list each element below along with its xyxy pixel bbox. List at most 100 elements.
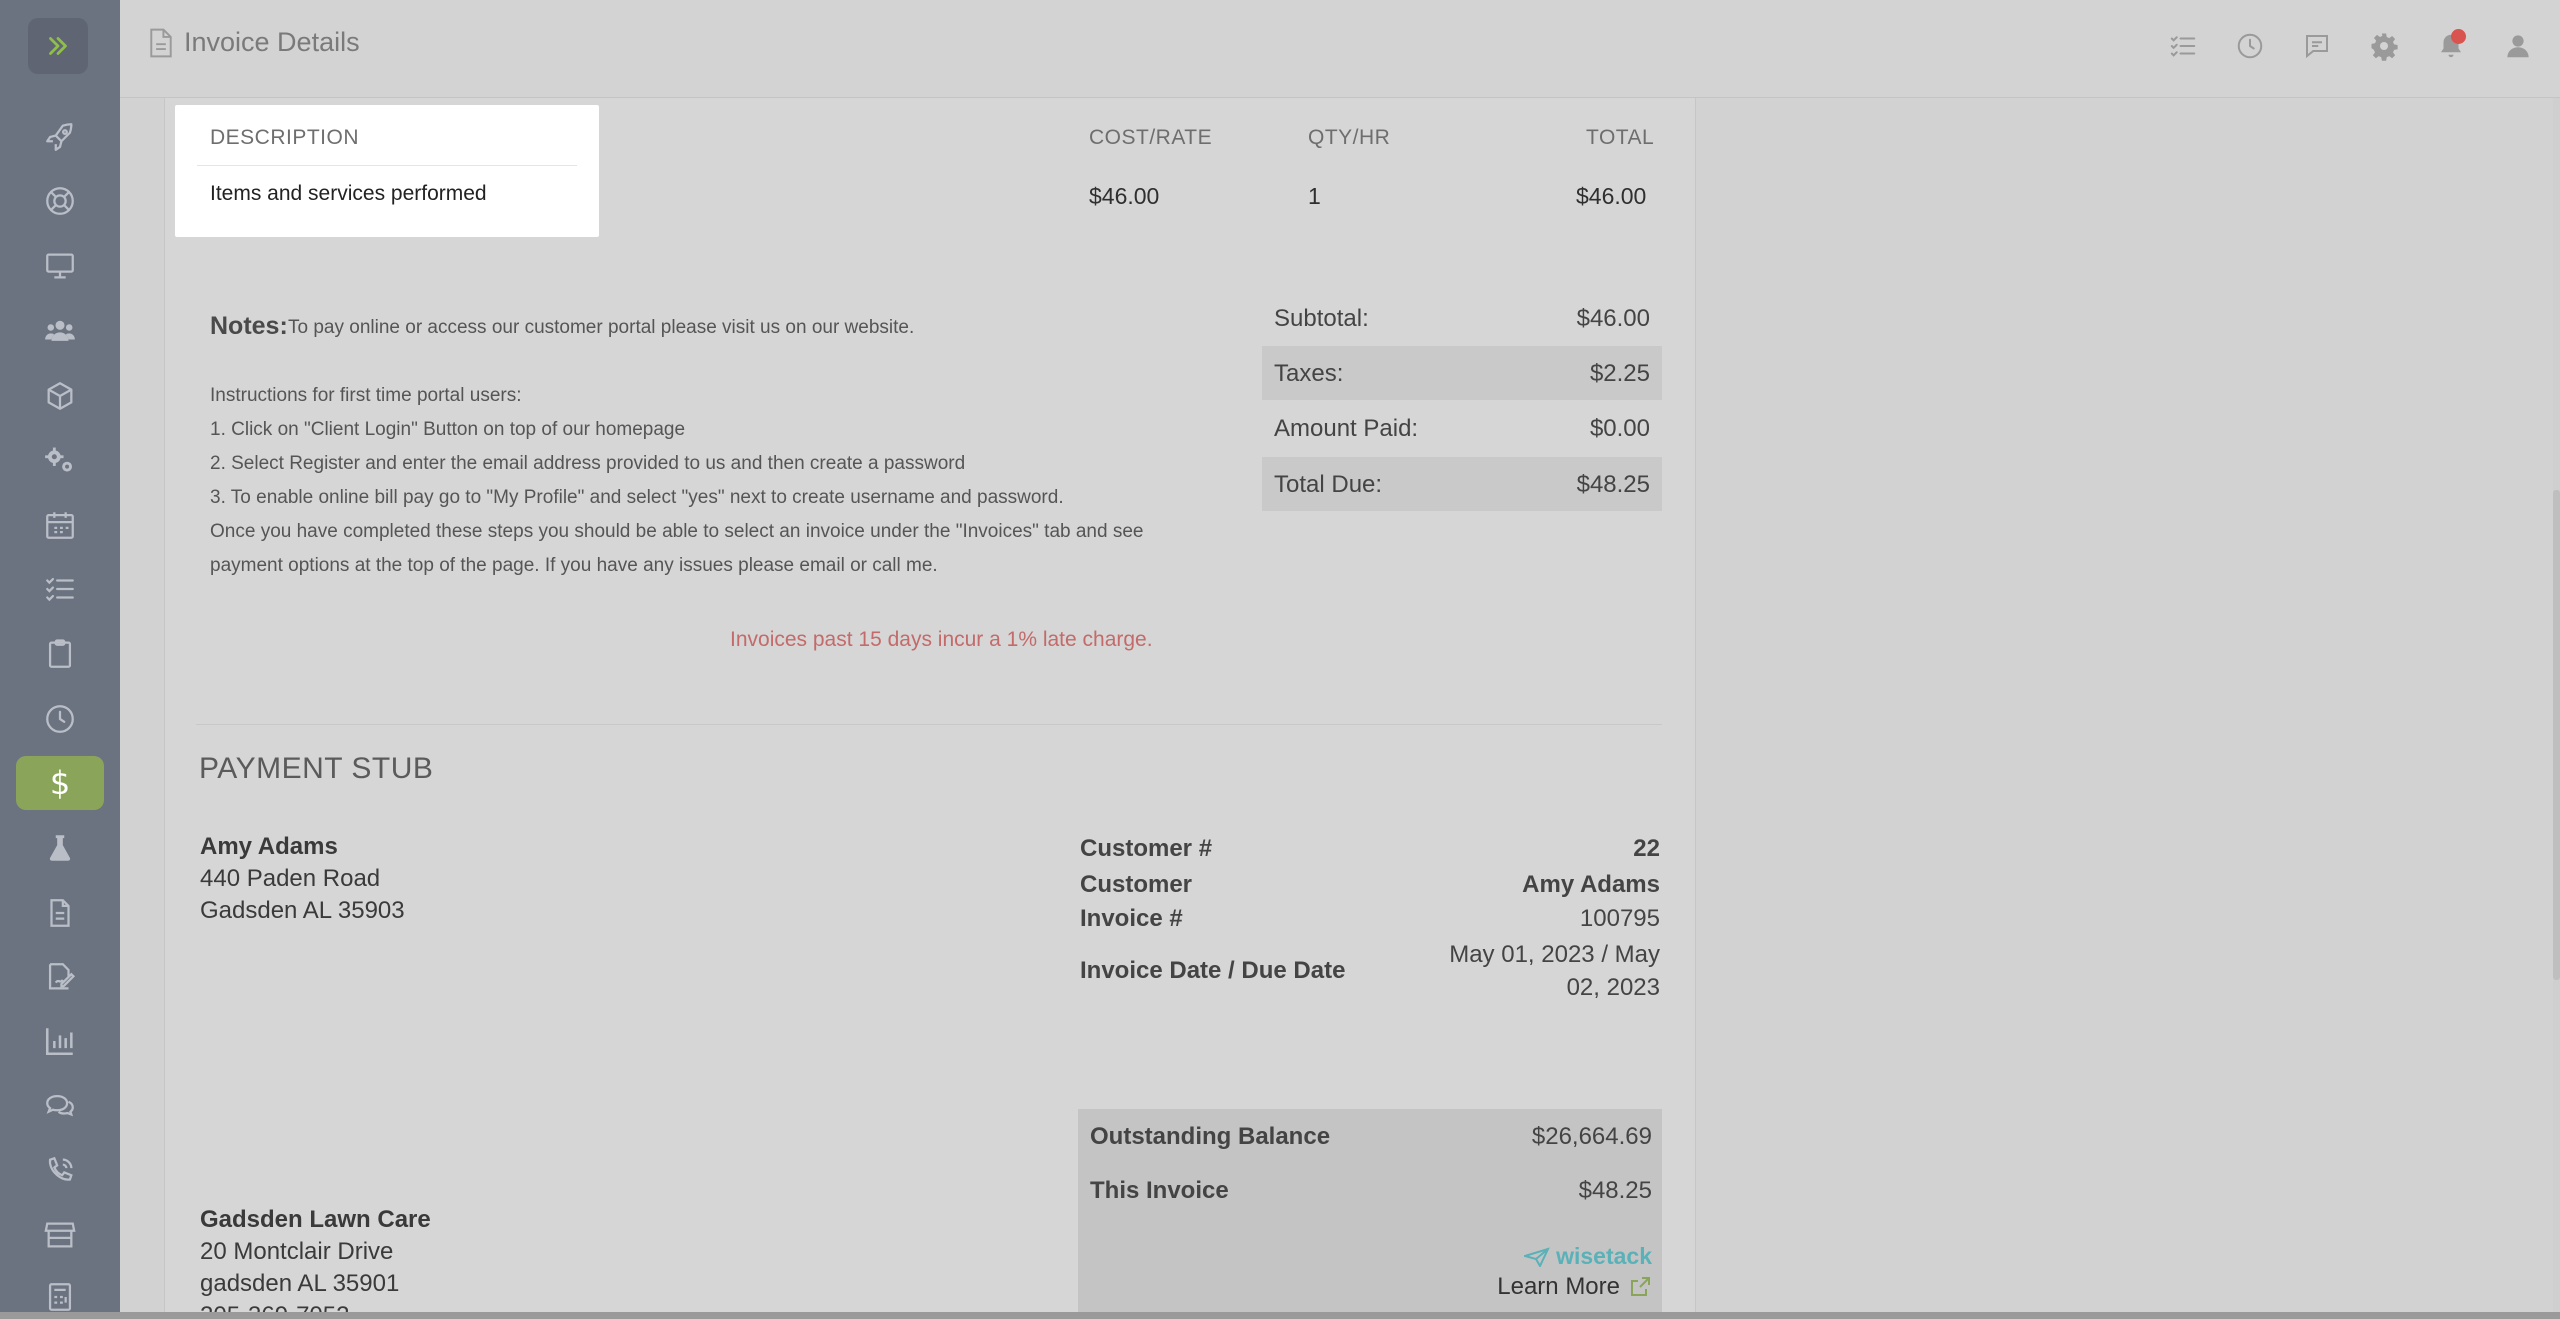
tasks-button[interactable] <box>2165 28 2201 64</box>
dollar-icon: $ <box>49 764 71 802</box>
company-street: 20 Montclair Drive <box>200 1238 394 1265</box>
calculator-icon <box>48 1283 72 1311</box>
cube-icon <box>47 382 73 410</box>
chat-bubbles-icon <box>46 1094 74 1117</box>
taxes-row: Taxes: $2.25 <box>1262 346 1662 400</box>
invoice-dates-value: May 01, 2023 / May 02, 2023 <box>1449 941 1660 1002</box>
gears-icon <box>45 447 73 472</box>
bar-chart-icon <box>45 1028 73 1056</box>
scrollbar-thumb[interactable] <box>2553 490 2560 980</box>
notes-line: Once you have completed these steps you … <box>210 521 1144 542</box>
sidebar-item-history[interactable] <box>16 692 104 746</box>
invoice-number-label: Invoice # <box>1080 905 1183 932</box>
monitor-icon <box>46 253 74 279</box>
sidebar-item-support[interactable] <box>16 174 104 228</box>
rocket-icon <box>46 123 73 151</box>
sidebar-item-settings[interactable] <box>16 434 104 488</box>
learn-more-link[interactable]: Learn More <box>1497 1273 1652 1301</box>
sidebar-item-clipboard[interactable] <box>16 627 104 681</box>
customer-city: Gadsden AL 35903 <box>200 897 405 924</box>
checklist-icon <box>2170 36 2196 57</box>
taxes-value: $2.25 <box>1589 360 1650 387</box>
outstanding-balance-label: Outstanding Balance <box>1090 1123 1331 1150</box>
section-divider <box>196 724 1662 725</box>
sidebar-item-invoices[interactable]: $ <box>16 756 104 810</box>
sidebar-item-products[interactable] <box>16 369 104 423</box>
notes-line: Instructions for first time portal users… <box>210 385 522 406</box>
subtotal-row: Subtotal: $46.00 <box>1262 291 1662 345</box>
col-header-total: TOTAL <box>1586 126 1655 149</box>
document-icon <box>150 28 172 58</box>
sidebar-expand-button[interactable] <box>28 18 88 74</box>
users-icon <box>45 320 75 341</box>
this-invoice-value: $48.25 <box>1578 1177 1652 1204</box>
gear-icon <box>2371 33 2398 61</box>
user-profile-button[interactable] <box>2500 28 2536 64</box>
wisetack-text: wisetack <box>1556 1243 1652 1269</box>
sidebar-item-reports[interactable] <box>16 1014 104 1068</box>
store-icon <box>44 1222 76 1248</box>
notification-badge <box>2451 29 2466 44</box>
checklist-icon <box>46 577 74 602</box>
chevrons-right-icon <box>49 37 67 55</box>
right-area <box>1720 98 2555 1319</box>
amount-paid-row: Amount Paid: $0.00 <box>1262 401 1662 455</box>
invoice-dates-line: 02, 2023 <box>1566 974 1660 1001</box>
notes-text: To pay online or access our customer por… <box>288 317 915 338</box>
cell-description: Items and services performed <box>210 182 487 205</box>
sidebar-item-lab[interactable] <box>16 821 104 875</box>
sidebar-item-dashboard[interactable] <box>16 110 104 164</box>
sidebar-item-monitor[interactable] <box>16 239 104 293</box>
amount-paid-value: $0.00 <box>1589 415 1650 442</box>
phone-icon <box>48 1156 73 1181</box>
sidebar-item-chat[interactable] <box>16 1079 104 1133</box>
taxes-label: Taxes: <box>1274 360 1344 387</box>
wisetack-logo[interactable]: wisetack <box>1524 1243 1652 1270</box>
paper-plane-icon <box>1524 1246 1550 1267</box>
col-header-description: DESCRIPTION <box>210 126 360 149</box>
sidebar-item-store[interactable] <box>16 1208 104 1262</box>
total-due-label: Total Due: <box>1274 471 1383 498</box>
flask-icon <box>49 835 71 861</box>
balance-box: Outstanding Balance $26,664.69 This Invo… <box>1078 1109 1662 1319</box>
sidebar: $ <box>0 0 120 1319</box>
sidebar-item-documents[interactable] <box>16 886 104 940</box>
history-button[interactable] <box>2232 28 2268 64</box>
customer-value: Amy Adams <box>1522 871 1660 898</box>
messages-button[interactable] <box>2299 28 2335 64</box>
customer-address: Amy Adams 440 Paden Road Gadsden AL 3590… <box>200 831 405 927</box>
sidebar-item-calendar[interactable] <box>16 498 104 552</box>
settings-button[interactable] <box>2366 28 2402 64</box>
lifebuoy-icon <box>46 187 74 215</box>
sidebar-item-customers[interactable] <box>16 304 104 358</box>
notes-label: Notes: <box>210 312 288 340</box>
invoice-number-value: 100795 <box>1579 905 1660 932</box>
customer-name: Amy Adams <box>200 833 338 860</box>
bottom-edge <box>0 1312 2560 1319</box>
cell-qty-hr: 1 <box>1308 183 1321 209</box>
notes-line: 2. Select Register and enter the email a… <box>210 453 966 474</box>
cell-cost-rate: $46.00 <box>1089 183 1160 209</box>
subtotal-label: Subtotal: <box>1274 305 1369 332</box>
total-due-value: $48.25 <box>1576 471 1650 498</box>
signature-icon <box>48 963 76 990</box>
clock-icon <box>2237 33 2263 59</box>
document-icon <box>50 899 70 927</box>
customer-number-label: Customer # <box>1080 835 1213 862</box>
amount-paid-label: Amount Paid: <box>1274 415 1419 442</box>
subtotal-value: $46.00 <box>1576 305 1650 332</box>
divider <box>197 165 577 166</box>
cell-total: $46.00 <box>1576 183 1647 209</box>
sidebar-item-calls[interactable] <box>16 1144 104 1198</box>
company-name: Gadsden Lawn Care <box>200 1206 431 1233</box>
description-highlight: DESCRIPTION Items and services performed <box>175 105 599 237</box>
user-icon <box>2507 35 2529 58</box>
sidebar-item-contracts[interactable] <box>16 950 104 1004</box>
notifications-button[interactable] <box>2433 28 2469 64</box>
external-link-icon <box>1631 1277 1650 1296</box>
outstanding-balance-value: $26,664.69 <box>1531 1123 1652 1150</box>
payment-stub-title: PAYMENT STUB <box>199 752 434 785</box>
customer-street: 440 Paden Road <box>200 865 381 892</box>
sidebar-item-tasks[interactable] <box>16 562 104 616</box>
company-address: Gadsden Lawn Care 20 Montclair Drive gad… <box>200 1204 431 1319</box>
